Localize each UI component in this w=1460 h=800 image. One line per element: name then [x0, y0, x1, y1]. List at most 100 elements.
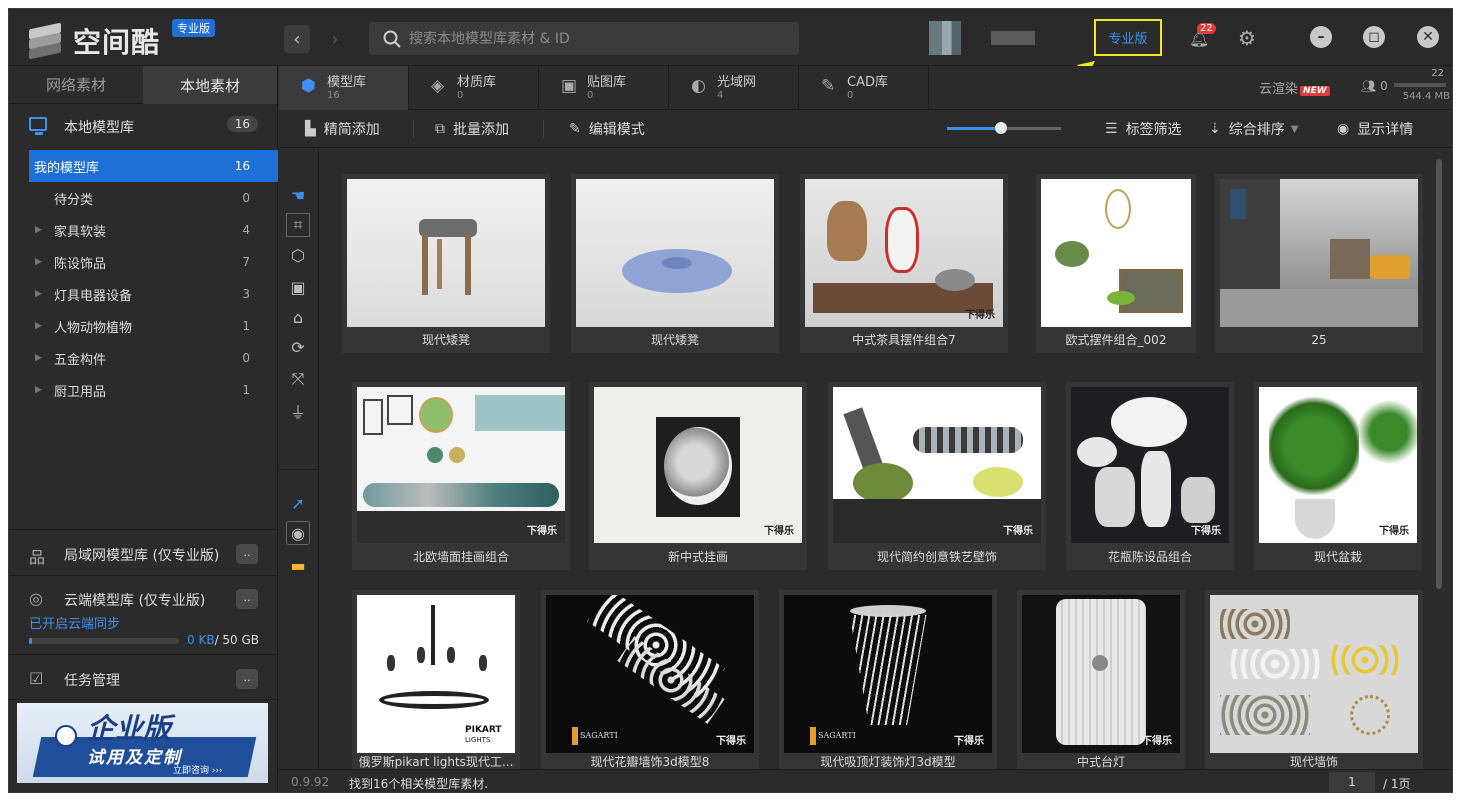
- page-number-input[interactable]: 1: [1329, 772, 1375, 792]
- cloud-render-label: 云渲染: [1259, 82, 1299, 97]
- task-more-button[interactable]: ..: [236, 669, 258, 689]
- close-button[interactable]: ✕: [1417, 26, 1439, 48]
- model-card[interactable]: 下得乐 现代简约创意铁艺壁饰: [828, 382, 1046, 570]
- new-badge: NEW: [1300, 86, 1330, 96]
- search-input[interactable]: [409, 30, 779, 47]
- tree-item-kitchen-bath[interactable]: ▶ 厨卫用品 1: [9, 374, 278, 406]
- tab-texture-library[interactable]: ▣ 贴图库 0: [539, 66, 669, 110]
- tab-cad-library[interactable]: ✎ CAD库 0: [799, 66, 929, 110]
- expand-caret-icon[interactable]: ▶: [35, 225, 42, 235]
- tree-item-hardware[interactable]: ▶ 五金构件 0: [9, 342, 278, 374]
- model-card[interactable]: 25: [1215, 174, 1423, 353]
- model-card[interactable]: SAGARTI 下得乐 现代吸顶灯装饰灯3d模型: [779, 590, 997, 769]
- watermark-label: 下得乐: [1379, 526, 1409, 537]
- model-thumbnail: [1041, 179, 1191, 327]
- frame-tool-icon[interactable]: ⌗: [286, 213, 310, 237]
- grid-scrollbar[interactable]: [1436, 159, 1442, 589]
- tree-item-my-library[interactable]: 我的模型库 16: [29, 150, 278, 182]
- gear-icon[interactable]: ⚙: [1238, 26, 1256, 50]
- batch-add-button[interactable]: ⧉ 批量添加: [435, 119, 509, 139]
- cad-icon: ✎: [821, 76, 836, 96]
- model-card[interactable]: PIKART LIGHTS 俄罗斯pikart lights现代工...: [352, 590, 520, 769]
- tree-item-lighting[interactable]: ▶ 灯具电器设备 3: [9, 278, 278, 310]
- model-card[interactable]: 下得乐 现代盆栽: [1254, 382, 1422, 570]
- enterprise-promo-banner[interactable]: 企业版 试用及定制 立即咨询 ›››: [17, 703, 268, 783]
- tab-count: 0: [457, 90, 464, 101]
- pointer-tool-icon[interactable]: ➚: [286, 491, 310, 515]
- model-name: 北欧墙面挂画组合: [412, 550, 509, 564]
- tab-local-assets[interactable]: 本地素材: [143, 66, 277, 104]
- tree-item-label: 陈设饰品: [54, 256, 107, 272]
- model-card[interactable]: 下得乐 中式台灯: [1017, 590, 1185, 769]
- maximize-button[interactable]: ◻: [1363, 26, 1385, 48]
- storage-used: 0 KB: [187, 633, 215, 647]
- tag-filter-button[interactable]: ☰ 标签筛选: [1105, 119, 1182, 139]
- expand-caret-icon[interactable]: ▶: [35, 257, 42, 267]
- model-card[interactable]: SAGARTI 下得乐 现代花瓣墙饰3d模型8: [541, 590, 759, 769]
- hand-tool-icon[interactable]: ☚: [286, 183, 310, 207]
- tab-material-library[interactable]: ◈ 材质库 0: [409, 66, 539, 110]
- cube-icon: ⬢: [301, 76, 316, 96]
- edit-mode-button[interactable]: ✎ 编辑模式: [569, 119, 645, 139]
- lan-more-button[interactable]: ..: [236, 544, 258, 564]
- zoom-slider-handle[interactable]: [995, 122, 1007, 134]
- expand-caret-icon[interactable]: ▶: [35, 385, 42, 395]
- cloud-more-button[interactable]: ..: [236, 589, 258, 609]
- model-card[interactable]: 下得乐 中式茶具摆件组合7: [800, 174, 1008, 353]
- search-box[interactable]: [369, 22, 799, 55]
- expand-caret-icon[interactable]: ▶: [35, 353, 42, 363]
- tab-model-library[interactable]: ⬢ 模型库 16: [279, 66, 409, 110]
- simple-add-label: 精简添加: [323, 122, 380, 138]
- resource-tabs: ⬢ 模型库 16 ◈ 材质库 0 ▣ 贴图库 0 ◐ 光域网 4 ✎ CAD库 …: [279, 66, 1452, 110]
- model-thumbnail: PIKART LIGHTS: [357, 595, 515, 753]
- light-icon: ◐: [691, 76, 706, 96]
- model-card[interactable]: 现代矮凳: [571, 174, 779, 353]
- user-name[interactable]: [991, 31, 1035, 45]
- model-card[interactable]: 现代墙饰: [1205, 590, 1423, 769]
- calendar-icon: ☑: [29, 669, 44, 688]
- tab-ies-library[interactable]: ◐ 光域网 4: [669, 66, 799, 110]
- expand-caret-icon[interactable]: ▶: [35, 289, 42, 299]
- plug-icon[interactable]: ⏚: [286, 399, 310, 423]
- watermark-label: 下得乐: [965, 310, 995, 321]
- tree-item-uncategorized[interactable]: 待分类 0: [9, 182, 278, 214]
- pro-edition-button[interactable]: 专业版: [1094, 19, 1162, 56]
- cloud-library-item[interactable]: ◎ 云端模型库 (仅专业版) ..: [9, 583, 278, 615]
- user-avatar[interactable]: [929, 21, 961, 55]
- model-card[interactable]: 下得乐 花瓶陈设品组合: [1066, 382, 1234, 570]
- house-tool-icon[interactable]: ⌂: [286, 305, 310, 329]
- tree-item-decor[interactable]: ▶ 陈设饰品 7: [9, 246, 278, 278]
- storage-total: / 50 GB: [214, 633, 260, 647]
- rotate-tool-icon[interactable]: ⟳: [286, 335, 310, 359]
- transform-tool-icon[interactable]: ⤧: [286, 367, 310, 391]
- model-card[interactable]: 欧式摆件组合_002: [1036, 174, 1196, 353]
- tree-item-people-plants[interactable]: ▶ 人物动物植物 1: [9, 310, 278, 342]
- tree-item-count: 3: [242, 287, 250, 301]
- online-users[interactable]: 👥︎ 0: [1361, 79, 1388, 93]
- model-card[interactable]: 现代矮凳: [342, 174, 550, 353]
- box-group-icon[interactable]: ▣: [286, 275, 310, 299]
- sync-status[interactable]: 已开启云端同步: [29, 613, 120, 632]
- lan-library-item[interactable]: 品 局域网模型库 (仅专业版) ..: [9, 538, 278, 570]
- sort-dropdown[interactable]: ⇣ 综合排序 ▼: [1209, 119, 1298, 139]
- model-card[interactable]: 下得乐 北欧墙面挂画组合: [352, 382, 570, 570]
- model-thumbnail: SAGARTI 下得乐: [546, 595, 754, 753]
- forward-button[interactable]: ›: [322, 25, 348, 53]
- show-details-button[interactable]: ◉ 显示详情: [1337, 119, 1413, 139]
- eye-tool-icon[interactable]: ◉: [286, 521, 310, 545]
- model-card[interactable]: 下得乐 新中式挂画: [589, 382, 807, 570]
- tab-online-assets[interactable]: 网络素材: [9, 66, 143, 104]
- task-manager-item[interactable]: ☑ 任务管理 ..: [9, 663, 278, 695]
- simple-add-button[interactable]: ▙ 精简添加: [305, 119, 380, 139]
- expand-caret-icon[interactable]: ▶: [35, 321, 42, 331]
- local-library-header[interactable]: 本地模型库 16: [9, 112, 278, 142]
- folder-icon[interactable]: ▬: [286, 553, 310, 577]
- tree-item-count: 0: [242, 191, 250, 205]
- promo-link[interactable]: 立即咨询 ›››: [173, 763, 223, 776]
- box-tool-icon[interactable]: ⬡: [286, 243, 310, 267]
- cloud-render-link[interactable]: 云渲染 NEW: [1259, 78, 1330, 97]
- minimize-button[interactable]: –: [1310, 26, 1332, 48]
- tree-item-furniture[interactable]: ▶ 家具软装 4: [9, 214, 278, 246]
- back-button[interactable]: ‹: [284, 25, 310, 53]
- model-thumbnail: 下得乐: [1259, 387, 1417, 543]
